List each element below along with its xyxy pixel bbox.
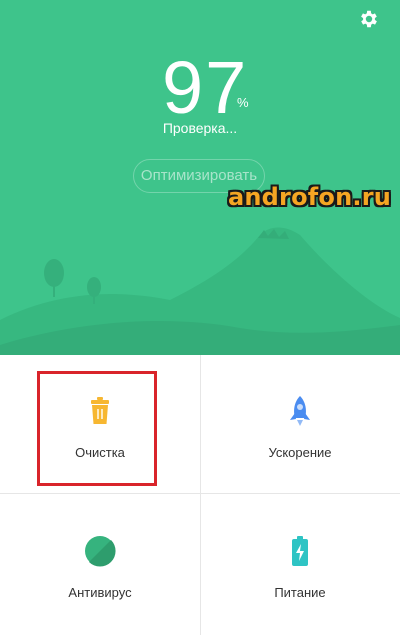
gear-icon [361,10,377,28]
battery-icon [292,536,308,566]
power-tile[interactable]: Питание [200,495,400,635]
rocket-icon [290,396,310,426]
speedup-tile[interactable]: Ускорение [200,355,400,495]
antivirus-label: Антивирус [68,585,132,600]
percent-sign: % [237,95,249,110]
settings-button[interactable] [356,6,382,32]
power-label: Питание [274,585,326,600]
feature-grid: Очистка Ускорение Антивирус Питание [0,355,400,635]
cleanup-tile[interactable]: Очистка [0,355,200,495]
antivirus-tile[interactable]: Антивирус [0,495,200,635]
watermark: androfon.ru [228,183,392,211]
health-score: 97 [162,46,249,129]
header-panel: 97 % Проверка... Оптимизировать androfon… [0,0,400,355]
shield-icon [85,536,116,567]
highlight-frame [37,371,157,486]
speedup-label: Ускорение [268,445,332,460]
scan-status: Проверка... [162,120,238,136]
